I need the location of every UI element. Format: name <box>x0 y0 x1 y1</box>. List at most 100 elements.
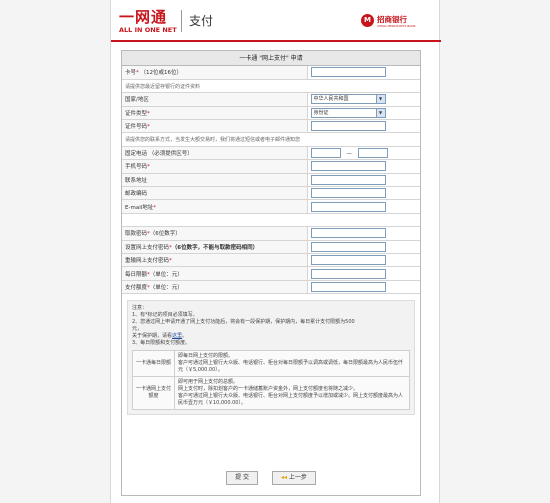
info-value-pay: 即可用于网上支付的总额。 网上支付时，除扣划客户的一卡通储蓄账户资金外，网上支付… <box>174 376 410 411</box>
note-2c-text: 关于保护期，请看 <box>132 333 173 340</box>
id-note-row: 请提供您最近留存银行的证件资料 <box>122 79 420 94</box>
card-hint: （12位或16位） <box>140 70 183 77</box>
zip-cell <box>307 186 420 201</box>
phone-label: 固定电话 （必须提供区号） <box>122 146 308 161</box>
pay-limit-hint: （单位：元） <box>149 284 183 291</box>
mobile-cell <box>307 159 420 174</box>
button-bar: 提 交 ◂◂ 上一步 <box>122 471 420 485</box>
pin-input[interactable] <box>310 228 386 239</box>
pay-pin-label-cell: 设置网上支付密码*（6位数字，不能与取款密码相同） <box>122 240 308 254</box>
required-mark: * <box>147 110 150 117</box>
pay-pin-hint: （6位数字，不能与取款密码相同） <box>171 244 259 251</box>
daily-limit-input[interactable] <box>310 268 386 279</box>
address-cell <box>307 173 420 188</box>
phone-number-input[interactable] <box>358 148 388 159</box>
region-cell: 中华人民共和国 ▼ <box>307 92 420 107</box>
brand-pay-title: 支付 <box>189 14 214 28</box>
id-number-row: 证件号码* <box>122 119 420 134</box>
note-2c-end: 。 <box>182 333 188 340</box>
address-row: 联系地址 <box>122 173 420 188</box>
email-input[interactable] <box>310 201 386 212</box>
pay-pin-repeat-label: 重输网上支付密码 <box>125 258 170 265</box>
spacer-row <box>122 213 420 228</box>
email-label-cell: E-mail地址* <box>122 199 308 214</box>
pay-pin-repeat-label-cell: 重输网上支付密码* <box>122 253 308 268</box>
address-input[interactable] <box>310 174 386 185</box>
chevron-down-icon[interactable]: ▼ <box>375 95 385 104</box>
submit-button[interactable]: 提 交 <box>226 471 259 485</box>
email-cell <box>307 199 420 214</box>
bank-name-en: CHINA MERCHANTS BANK <box>377 24 416 28</box>
pay-limit-label-cell: 支付额度*（单位：元） <box>122 280 308 295</box>
id-type-label: 证件类型 <box>125 110 148 117</box>
pay-limit-input[interactable] <box>310 281 386 292</box>
email-label: E-mail地址 <box>125 204 154 211</box>
mobile-input[interactable] <box>310 161 386 172</box>
phone-row: 固定电话 （必须提供区号） — <box>122 146 420 161</box>
region-label: 国家/地区 <box>122 92 308 107</box>
zip-input[interactable] <box>310 188 386 199</box>
email-row: E-mail地址* <box>122 199 420 214</box>
info-daily-b: 客户可通过网上银行大众版、电话银行、柜台对每日限额予以调高或调低，每日限额最高为… <box>178 360 404 374</box>
id-number-cell <box>307 119 420 134</box>
pay-limit-label: 支付额度 <box>125 284 148 291</box>
id-type-value: 身份证 <box>313 109 329 116</box>
card-input-cell <box>307 66 420 80</box>
region-select[interactable]: 中华人民共和国 ▼ <box>310 94 386 105</box>
form-title: 一卡通 "网上支付" 申请 <box>122 51 420 66</box>
zip-row: 邮政编码 <box>122 186 420 201</box>
id-type-label-cell: 证件类型* <box>122 106 308 121</box>
id-note: 请提供您最近留存银行的证件资料 <box>122 79 420 94</box>
form-table: 卡号* （12位或16位） 请提供您最近留存银行的证件资料 国家/地区 中华人民… <box>122 66 420 295</box>
brand-logo: 一网通 <box>119 8 168 26</box>
pay-pin-input[interactable] <box>310 241 386 252</box>
pay-pin-label: 设置网上支付密码 <box>125 244 170 251</box>
area-code-input[interactable] <box>310 148 341 159</box>
id-type-select[interactable]: 身份证 ▼ <box>310 107 386 118</box>
daily-limit-row: 每日限额*（单位：元） <box>122 266 420 281</box>
required-mark: * <box>136 70 139 77</box>
address-label: 联系地址 <box>122 173 308 188</box>
daily-limit-cell <box>307 266 420 281</box>
required-mark: * <box>147 164 150 171</box>
info-key-daily: 一卡通每日限额 <box>132 350 175 378</box>
id-type-cell: 身份证 ▼ <box>307 106 420 121</box>
card-label: 卡号 <box>125 70 137 77</box>
info-row-daily: 一卡通每日限额 即每日网上支付的限额。 客户可通过网上银行大众版、电话银行、柜台… <box>132 350 410 378</box>
note-3: 3、每日限额和支付额度。 <box>132 340 191 347</box>
contact-note: 请提供您的联系方式，当发生大额交易时，我们将通过短信或者电子邮件通知您 <box>122 132 420 147</box>
limits-info-table: 一卡通每日限额 即每日网上支付的限额。 客户可通过网上银行大众版、电话银行、柜台… <box>132 350 410 411</box>
phone-dash: — <box>346 150 353 157</box>
info-row-pay: 一卡通网上支付额度 即可用于网上支付的总额。 网上支付时，除扣划客户的一卡通储蓄… <box>132 376 410 411</box>
spacer <box>122 213 420 228</box>
back-button[interactable]: ◂◂ 上一步 <box>271 471 316 485</box>
chevron-down-icon[interactable]: ▼ <box>375 108 385 117</box>
id-number-label-cell: 证件号码* <box>122 119 308 134</box>
pay-pin-repeat-input[interactable] <box>310 255 386 266</box>
zip-label: 邮政编码 <box>122 186 308 201</box>
info-value-daily: 即每日网上支付的限额。 客户可通过网上银行大众版、电话银行、柜台对每日限额予以调… <box>174 350 410 378</box>
pay-pin-row: 设置网上支付密码*（6位数字，不能与取款密码相同） <box>122 240 420 254</box>
daily-limit-hint: （单位：元） <box>149 271 183 278</box>
required-mark: * <box>147 124 150 131</box>
mobile-label-cell: 手机号码* <box>122 159 308 174</box>
pay-limit-cell <box>307 280 420 295</box>
id-number-label: 证件号码 <box>125 124 148 131</box>
page: 一网通 ALL IN ONE NET 支付 M 招商银行 CHINA MERCH… <box>110 0 441 503</box>
cmb-logo-icon: M <box>361 14 374 27</box>
note-2a: 2、您通过网上申请开通了网上支付功能后，将会有一段保护期，保护期内，每日累计支付… <box>132 319 355 326</box>
info-key-pay: 一卡通网上支付额度 <box>132 376 175 411</box>
notes-box: 注意： 1、有*标记的项目必须填写。 2、您通过网上申请开通了网上支付功能后，将… <box>127 300 415 416</box>
pay-limit-row: 支付额度*（单位：元） <box>122 280 420 295</box>
id-number-input[interactable] <box>310 121 386 132</box>
application-form: 一卡通 "网上支付" 申请 卡号* （12位或16位） 请提供您最近留存银行的证… <box>121 50 421 496</box>
pin-hint: （6位数字） <box>149 231 181 238</box>
daily-limit-label-cell: 每日限额*（单位：元） <box>122 266 308 281</box>
pin-cell <box>307 226 420 241</box>
protection-period-link[interactable]: 这里 <box>172 333 182 339</box>
mobile-label: 手机号码 <box>125 164 148 171</box>
pin-label: 取款密码 <box>125 231 148 238</box>
info-pay-c: 客户可通过网上银行大众版、电话银行、柜台对网上支付额度予以增加或减少。网上支付额… <box>178 393 404 407</box>
card-number-input[interactable] <box>310 67 386 78</box>
bank-logo: M 招商银行 CHINA MERCHANTS BANK <box>361 12 433 32</box>
